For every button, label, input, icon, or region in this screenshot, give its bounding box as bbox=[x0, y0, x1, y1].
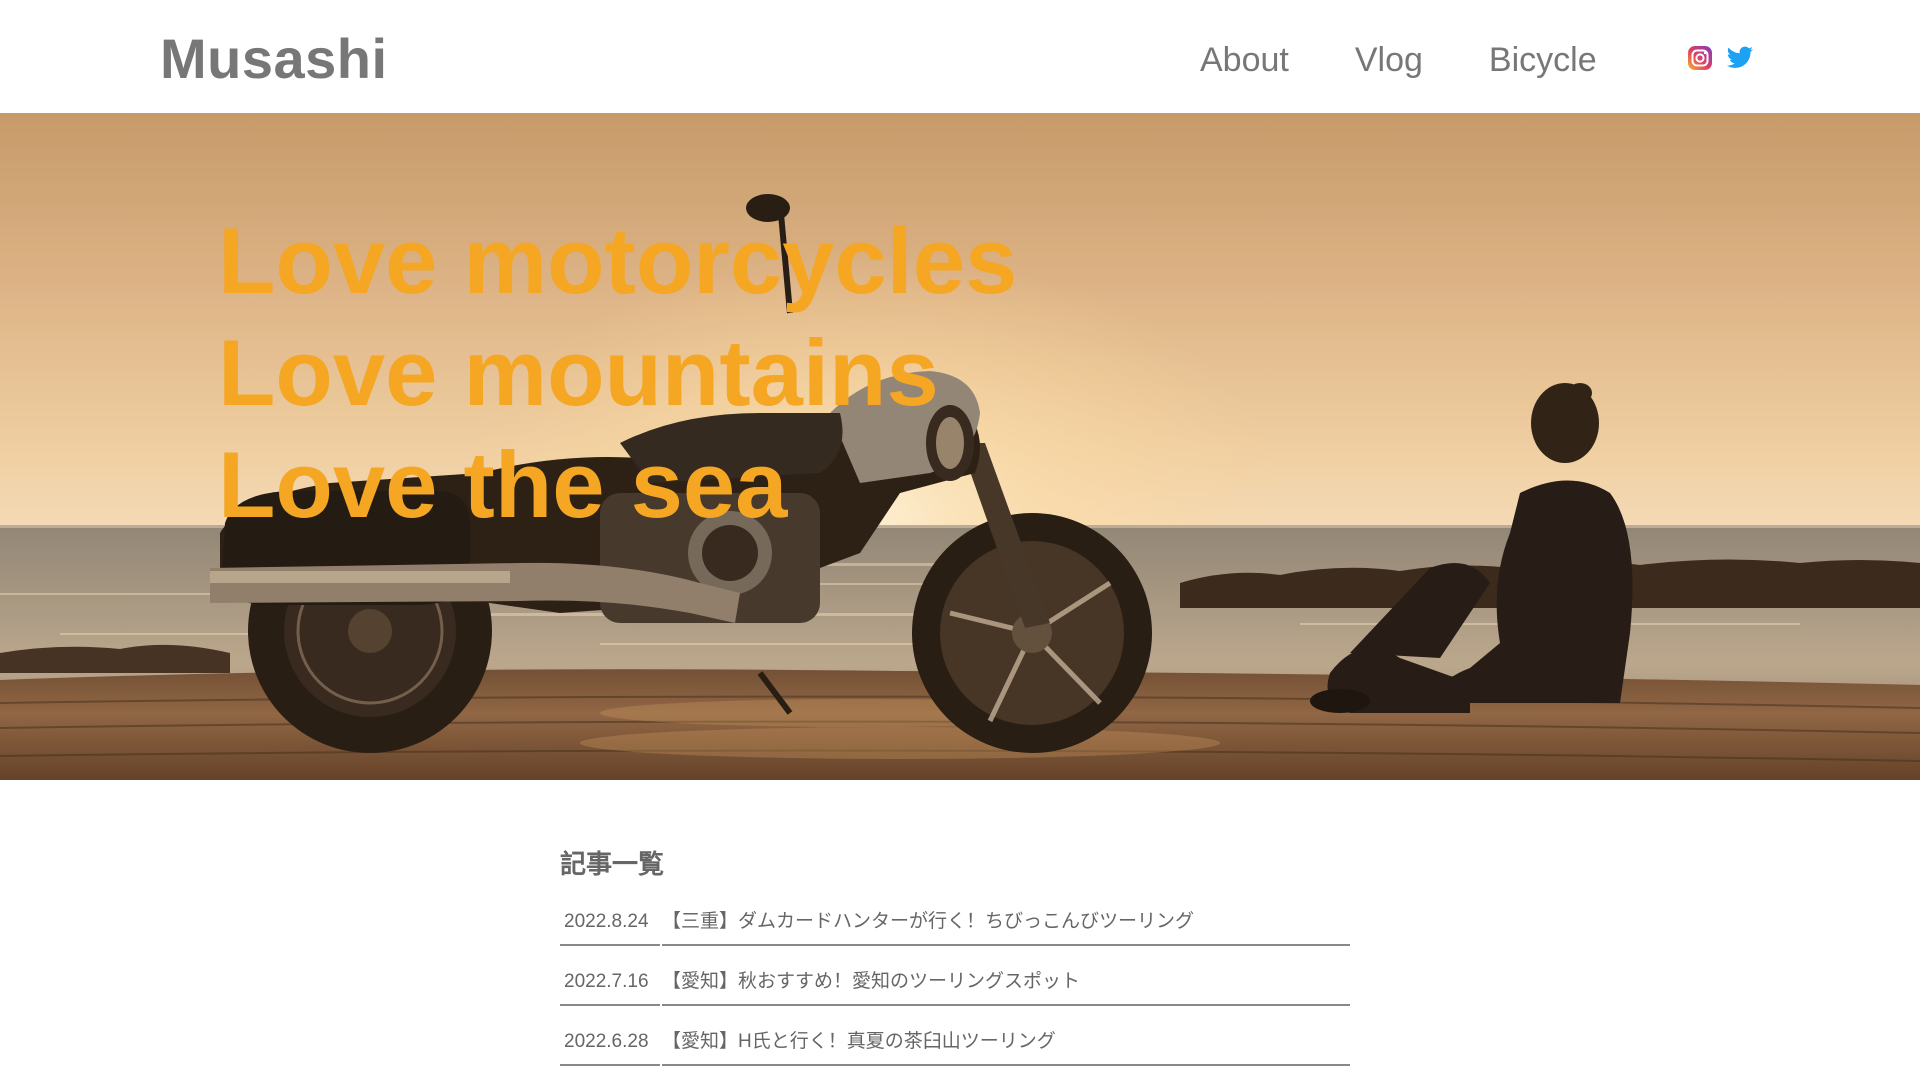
article-row[interactable]: 2022.8.24 【三重】ダムカードハンターが行く！ちびっこんびツーリング bbox=[560, 892, 1350, 946]
hero-line-sea: Love the sea bbox=[218, 432, 788, 537]
site-logo[interactable]: Musashi bbox=[160, 24, 388, 94]
hero-headline: Love motorcycles Love mountains Love the… bbox=[218, 205, 1017, 541]
article-date: 2022.6.28 bbox=[560, 1020, 660, 1066]
hero-banner: Love motorcycles Love mountains Love the… bbox=[0, 113, 1920, 780]
article-title-link[interactable]: 【愛知】秋おすすめ！愛知のツーリングスポット bbox=[662, 960, 1350, 1006]
article-date: 2022.7.16 bbox=[560, 960, 660, 1006]
article-row[interactable]: 2022.6.28 【愛知】H氏と行く！真夏の茶臼山ツーリング bbox=[560, 1006, 1350, 1066]
hero-line-motorcycles: Love motorcycles bbox=[218, 208, 1018, 313]
nav-link-vlog[interactable]: Vlog bbox=[1355, 36, 1423, 84]
twitter-icon[interactable] bbox=[1726, 44, 1754, 72]
page: Musashi About Vlog Bicycle Love motorcyc… bbox=[0, 0, 1920, 1080]
main-nav: About Vlog Bicycle bbox=[1200, 36, 1637, 84]
hero-line-mountains: Love mountains bbox=[218, 320, 939, 425]
article-date: 2022.8.24 bbox=[560, 900, 660, 946]
article-list: 記事一覧 2022.8.24 【三重】ダムカードハンターが行く！ちびっこんびツー… bbox=[560, 846, 1350, 1066]
nav-link-about[interactable]: About bbox=[1200, 36, 1289, 84]
article-title-link[interactable]: 【愛知】H氏と行く！真夏の茶臼山ツーリング bbox=[662, 1020, 1350, 1066]
nav-link-bicycle[interactable]: Bicycle bbox=[1489, 36, 1597, 84]
site-header: Musashi About Vlog Bicycle bbox=[0, 0, 1920, 113]
article-row[interactable]: 2022.7.16 【愛知】秋おすすめ！愛知のツーリングスポット bbox=[560, 946, 1350, 1006]
article-title-link[interactable]: 【三重】ダムカードハンターが行く！ちびっこんびツーリング bbox=[662, 900, 1350, 946]
article-list-heading: 記事一覧 bbox=[560, 849, 665, 879]
social-links bbox=[1686, 44, 1766, 72]
instagram-icon[interactable] bbox=[1686, 44, 1714, 72]
